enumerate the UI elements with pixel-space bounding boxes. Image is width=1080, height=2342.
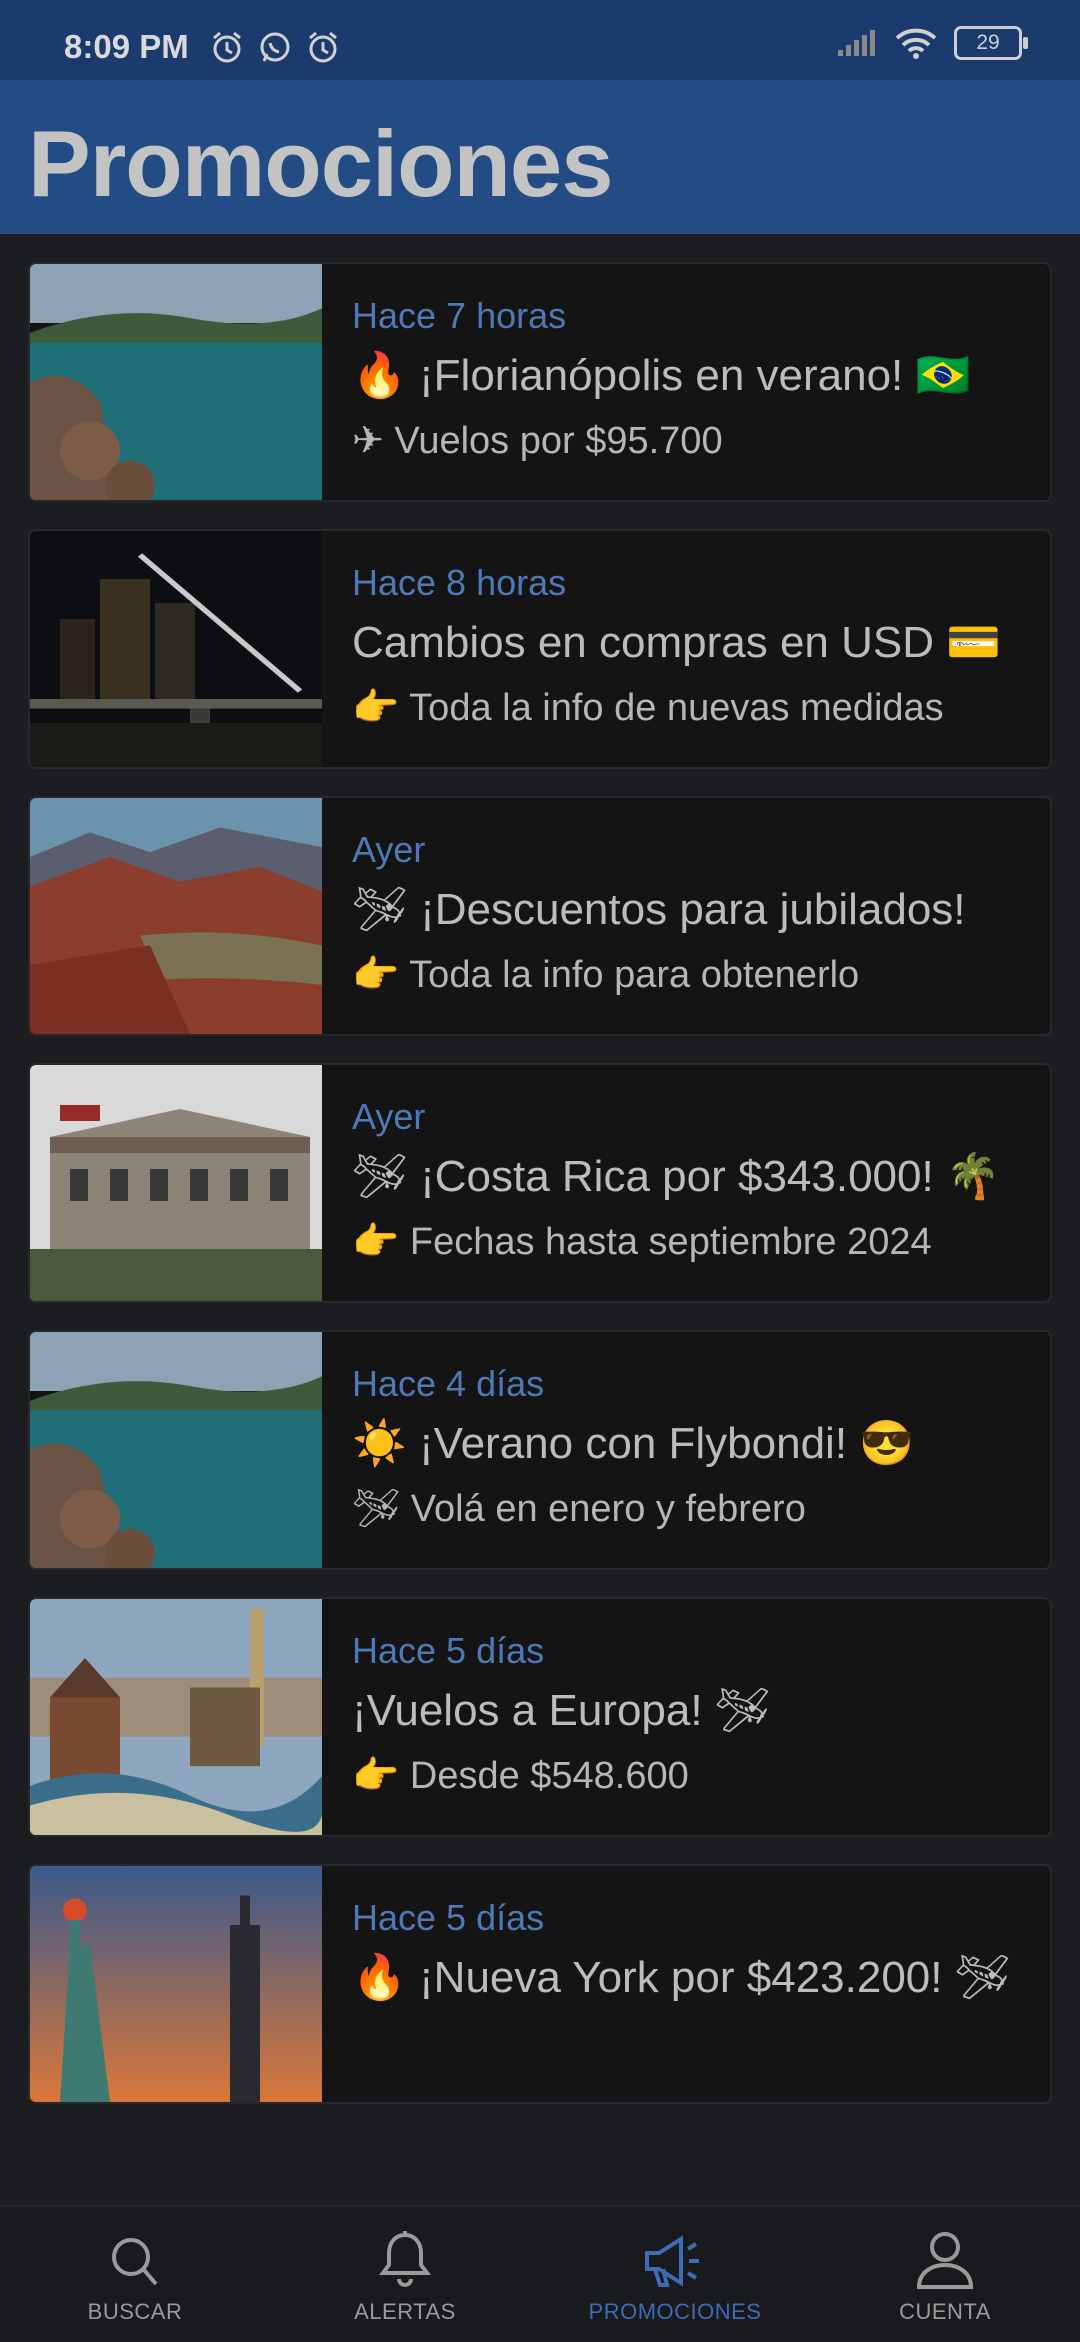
- promo-image-lagoon-beach: [30, 1332, 322, 1568]
- battery-indicator: 29: [954, 26, 1028, 60]
- promo-title: ¡Vuelos a Europa! 🛩: [352, 1686, 771, 1735]
- promo-image-park-guell: [30, 1599, 322, 1835]
- promo-time: Hace 8 horas: [352, 562, 567, 603]
- alarm-icon: [309, 31, 337, 63]
- promo-time: Ayer: [352, 1096, 426, 1137]
- search-icon: [112, 2238, 158, 2286]
- page-title: Promociones: [28, 111, 613, 216]
- promo-card[interactable]: Hace 4 días ☀️ ¡Verano con Flybondi! 😎 🛩…: [28, 1330, 1052, 1570]
- status-time: 8:09 PM: [64, 28, 189, 65]
- promo-time: Hace 7 horas: [352, 295, 567, 336]
- alarm-icon: [213, 31, 241, 63]
- nav-label: ALERTAS: [354, 2299, 456, 2324]
- promo-subtitle: ✈ Vuelos por $95.700: [352, 420, 723, 462]
- promotions-list[interactable]: Hace 7 horas 🔥 ¡Florianópolis en verano!…: [28, 262, 1052, 2131]
- promo-card[interactable]: Hace 5 días 🔥 ¡Nueva York por $423.200! …: [28, 1864, 1052, 2104]
- status-system: 29: [836, 26, 1028, 60]
- promo-time: Ayer: [352, 829, 426, 870]
- promo-time: Hace 4 días: [352, 1363, 545, 1404]
- nav-label: BUSCAR: [87, 2299, 183, 2324]
- status-notifications: [210, 30, 340, 64]
- promo-title: ☀️ ¡Verano con Flybondi! 😎: [352, 1419, 915, 1468]
- promo-card[interactable]: Ayer 🛩 ¡Costa Rica por $343.000! 🌴 👉 Fec…: [28, 1063, 1052, 1303]
- promo-image-lagoon-beach: [30, 264, 322, 500]
- whatsapp-icon: [260, 32, 290, 62]
- nav-label: CUENTA: [899, 2299, 991, 2324]
- nav-label: PROMOCIONES: [588, 2299, 762, 2324]
- app-header: Promociones: [0, 80, 1080, 234]
- promo-card[interactable]: Hace 8 horas Cambios en compras en USD 💳…: [28, 529, 1052, 769]
- promo-subtitle: 👉 Toda la info de nuevas medidas: [352, 687, 944, 729]
- promo-title: 🛩 ¡Costa Rica por $343.000! 🌴: [352, 1152, 1001, 1201]
- promo-image-statue-of-liberty: [30, 1866, 322, 2102]
- promo-card[interactable]: Hace 7 horas 🔥 ¡Florianópolis en verano!…: [28, 262, 1052, 502]
- promo-time: Hace 5 días: [352, 1897, 545, 1938]
- promo-image-national-theatre: [30, 1065, 322, 1301]
- promo-title: 🔥 ¡Florianópolis en verano! 🇧🇷: [352, 351, 971, 400]
- signal-icon: [838, 30, 875, 56]
- promo-subtitle: 👉 Fechas hasta septiembre 2024: [352, 1221, 932, 1263]
- promo-title: 🛩 ¡Descuentos para jubilados!: [352, 885, 966, 934]
- nav-buscar[interactable]: BUSCAR: [0, 2207, 270, 2342]
- nav-cuenta[interactable]: CUENTA: [810, 2207, 1080, 2342]
- nav-alertas[interactable]: ALERTAS: [270, 2207, 540, 2342]
- nav-promociones[interactable]: PROMOCIONES: [540, 2207, 810, 2342]
- promo-subtitle: 🛩 Volá en enero y febrero: [352, 1488, 806, 1530]
- promo-image-night-bridge-city: [30, 531, 322, 767]
- wifi-icon: [895, 28, 937, 59]
- promo-subtitle: 👉 Desde $548.600: [352, 1755, 689, 1797]
- bell-icon: [379, 2231, 431, 2287]
- megaphone-icon: [645, 2235, 699, 2287]
- promo-title: Cambios en compras en USD 💳: [352, 618, 1002, 667]
- bottom-navigation: BUSCAR ALERTAS PROMOCIONES CUENTA: [0, 2205, 1080, 2342]
- promo-card[interactable]: Ayer 🛩 ¡Descuentos para jubilados! 👉 Tod…: [28, 796, 1052, 1036]
- promo-time: Hace 5 días: [352, 1630, 545, 1671]
- promo-subtitle: 👉 Toda la info para obtenerlo: [352, 954, 860, 996]
- promo-image-red-mountains: [30, 798, 322, 1034]
- promo-card[interactable]: Hace 5 días ¡Vuelos a Europa! 🛩 👉 Desde …: [28, 1597, 1052, 1837]
- status-bar: 8:09 PM 29: [0, 0, 1080, 80]
- promo-title: 🔥 ¡Nueva York por $423.200! 🛩: [352, 1953, 1011, 2002]
- user-icon: [916, 2232, 974, 2289]
